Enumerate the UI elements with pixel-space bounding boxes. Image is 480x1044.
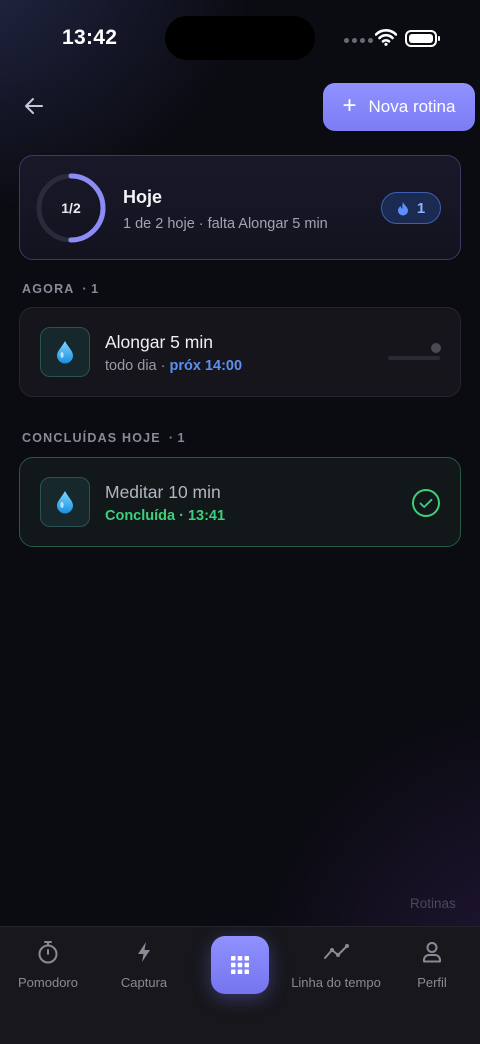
check-icon: [419, 498, 433, 508]
routine-status: Concluída · 13:41: [105, 508, 226, 524]
tab-captura-label: Captura: [120, 975, 168, 990]
routine-card-meditar[interactable]: Meditar 10 min Concluída · 13:41: [19, 457, 461, 547]
grid-icon: [231, 956, 249, 974]
arrow-left-icon: [25, 98, 43, 114]
battery-icon: [405, 30, 440, 47]
timeline-icon: [324, 944, 349, 959]
status-time: 13:42: [62, 26, 118, 49]
section-done-header: CONCLUÍDAS HOJE · 1: [22, 431, 185, 445]
routine-title: Meditar 10 min: [105, 482, 221, 502]
routine-title: Alongar 5 min: [105, 332, 213, 352]
routine-next-time: próx 14:00: [169, 358, 243, 374]
completed-check-button[interactable]: [412, 489, 440, 517]
dynamic-island: [165, 16, 315, 60]
wifi-icon: [375, 29, 397, 46]
routine-schedule: todo dia · próx 14:00: [105, 358, 242, 374]
cellular-signal-icon: [344, 38, 373, 43]
tab-pomodoro-label: Pomodoro: [18, 975, 78, 990]
routine-icon-tile: [40, 477, 90, 527]
tab-perfil[interactable]: Perfil: [414, 939, 450, 990]
section-now-label: AGORA: [22, 282, 75, 296]
section-now-header: AGORA · 1: [22, 282, 99, 296]
drop-icon: [57, 341, 73, 364]
section-done-label: CONCLUÍDAS HOJE: [22, 431, 161, 445]
progress-ring-label: 1/2: [61, 200, 81, 216]
section-done-count: · 1: [168, 431, 185, 445]
summary-title: Hoje: [123, 187, 163, 207]
tab-linha-do-tempo[interactable]: Linha do tempo: [290, 939, 382, 990]
routine-frequency: todo dia ·: [105, 358, 166, 374]
streak-badge: 1: [381, 192, 441, 224]
stopwatch-icon: [38, 941, 58, 964]
drop-icon: [57, 491, 73, 514]
summary-subtitle: 1 de 2 hoje · falta Alongar 5 min: [123, 216, 328, 232]
user-icon: [423, 942, 441, 963]
new-routine-button[interactable]: + Nova rotina: [323, 83, 475, 131]
routines-screen: 13:42 + Nova rotina 1/2 Hoje 1 de 2 hoje…: [0, 0, 480, 1044]
streak-count: 1: [416, 199, 426, 217]
tab-linha-do-tempo-label: Linha do tempo: [291, 975, 381, 990]
section-now-count: · 1: [82, 282, 99, 296]
screen-footer-label: Rotinas: [410, 896, 456, 911]
back-button[interactable]: [20, 92, 48, 120]
tab-perfil-label: Perfil: [417, 975, 447, 990]
today-summary-card: 1/2 Hoje 1 de 2 hoje · falta Alongar 5 m…: [19, 155, 461, 260]
lightning-icon: [138, 942, 150, 962]
routine-icon-tile: [40, 327, 90, 377]
plus-icon: +: [342, 92, 357, 119]
flame-icon: [397, 201, 408, 215]
routine-toggle-handle[interactable]: [431, 343, 441, 353]
tab-captura[interactable]: Captura: [120, 939, 168, 990]
routine-card-alongar[interactable]: Alongar 5 min todo dia · próx 14:00: [19, 307, 461, 397]
new-routine-label: Nova rotina: [368, 97, 456, 116]
routine-toggle-track[interactable]: [388, 356, 440, 360]
tab-pomodoro[interactable]: Pomodoro: [18, 939, 78, 990]
tab-rotinas-center[interactable]: [211, 936, 269, 994]
